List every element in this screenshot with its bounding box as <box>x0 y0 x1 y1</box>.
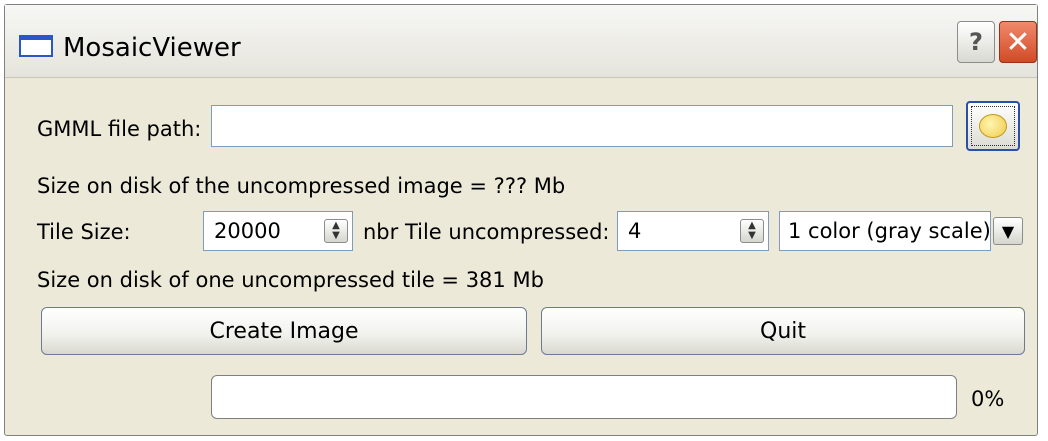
quit-button[interactable]: Quit <box>541 307 1025 355</box>
folder-icon <box>979 114 1007 138</box>
uncompressed-size-text: Size on disk of the uncompressed image =… <box>37 174 566 198</box>
close-button[interactable]: ✕ <box>999 21 1037 63</box>
chevron-down-icon: ▼ <box>1001 221 1015 241</box>
nbr-tile-label: nbr Tile uncompressed: <box>363 220 610 244</box>
gmml-path-label: GMML file path: <box>37 117 202 141</box>
tile-size-label: Tile Size: <box>37 220 131 244</box>
nbr-tile-spinner[interactable]: ▲ ▼ <box>740 219 764 243</box>
window-icon <box>19 35 53 57</box>
progress-percent: 0% <box>971 387 1005 411</box>
spin-down-icon: ▼ <box>332 230 340 241</box>
window-title: MosaicViewer <box>63 33 241 63</box>
spin-down-icon: ▼ <box>748 230 756 241</box>
color-mode-dropdown-button[interactable]: ▼ <box>993 217 1023 245</box>
tile-size-text: Size on disk of one uncompressed tile = … <box>37 268 544 292</box>
progress-bar <box>211 375 957 419</box>
mosaicviewer-window: MosaicViewer ? ✕ GMML file path: Size on… <box>4 4 1038 436</box>
title-bar: MosaicViewer ? ✕ <box>5 5 1037 78</box>
close-icon: ✕ <box>1005 24 1031 60</box>
browse-button[interactable] <box>966 101 1020 151</box>
tile-size-spinner[interactable]: ▲ ▼ <box>324 219 348 243</box>
help-icon: ? <box>969 28 983 56</box>
help-button[interactable]: ? <box>957 21 995 63</box>
gmml-path-input[interactable] <box>211 105 953 147</box>
create-image-button[interactable]: Create Image <box>41 307 527 355</box>
color-mode-select[interactable]: 1 color (gray scale) <box>779 211 991 251</box>
